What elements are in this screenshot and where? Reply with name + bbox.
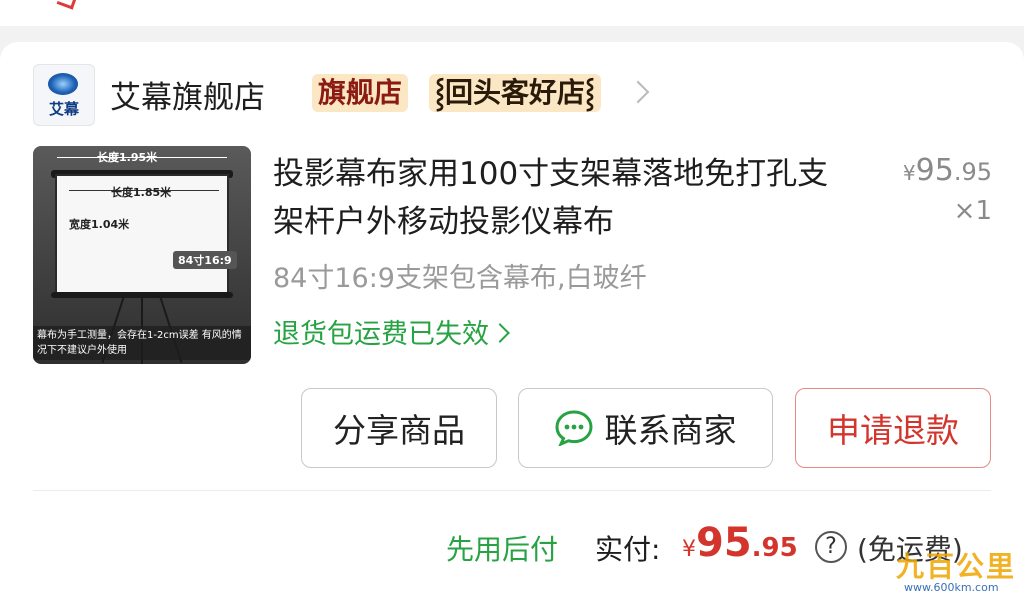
product-spec: 84寸16:9支架包含幕布,白玻纤 [273,263,647,294]
contact-seller-label: 联系商家 [604,411,737,450]
return-shipping-link[interactable]: 退货包运费已失效 [273,312,510,351]
shop-logo[interactable]: 艾幕 [33,64,95,126]
total-currency-symbol: ¥ [682,537,696,562]
flagship-badge: 旗舰店 [312,74,409,112]
dim-outer-width: 长度1.95米 [97,151,158,164]
quantity: ×1 [953,196,992,226]
total-amount: ¥95.95 [682,520,798,566]
site-watermark: 九百公里 www.600km.com [880,545,1020,597]
image-note: 幕布为手工测量，会存在1-2cm误差 有风的情况下不建议户外使用 [33,326,251,360]
chat-bubble-icon [554,410,593,446]
dim-screen-width: 长度1.85米 [111,186,172,199]
product-image[interactable]: 长度1.95米 长度1.85米 宽度1.04米 84寸16:9 幕布为手工测量，… [33,146,251,364]
price-integer: 95 [915,153,954,188]
dim-height: 宽度1.04米 [69,218,130,231]
shop-name[interactable]: 艾幕旗舰店 [110,72,265,117]
shop-logo-text: 艾幕 [48,100,79,118]
return-shipping-text: 退货包运费已失效 [273,319,489,350]
divider [33,490,991,491]
watermark-main: 九百公里 [896,550,1017,583]
chevron-right-icon [490,323,510,343]
help-icon[interactable]: ? [815,531,847,563]
size-tag: 84寸16:9 [173,251,237,269]
shop-logo-ring-icon [48,73,78,95]
total-decimal: .95 [751,533,798,563]
repeat-customer-badge: ⸾回头客好店⸾ [429,74,602,112]
total-integer: 95 [696,520,752,566]
contact-seller-button[interactable]: 联系商家 [518,388,773,468]
share-product-label: 分享商品 [333,411,465,450]
request-refund-label: 申请退款 [827,411,959,450]
top-strip [0,0,1024,26]
pay-later-label[interactable]: 先用后付 [446,528,558,568]
price-decimal: .95 [953,158,992,186]
unit-price: ¥95.95 [872,153,992,188]
paid-label: 实付: [595,533,661,566]
share-product-button[interactable]: 分享商品 [301,388,497,468]
watermark-url: www.600km.com [904,581,999,594]
collapse-chevron-icon[interactable] [56,0,77,10]
currency-symbol: ¥ [902,161,916,185]
product-title[interactable]: 投影幕布家用100寸支架幕落地免打孔支架杆户外移动投影仪幕布 [273,150,843,246]
request-refund-button[interactable]: 申请退款 [795,388,991,468]
